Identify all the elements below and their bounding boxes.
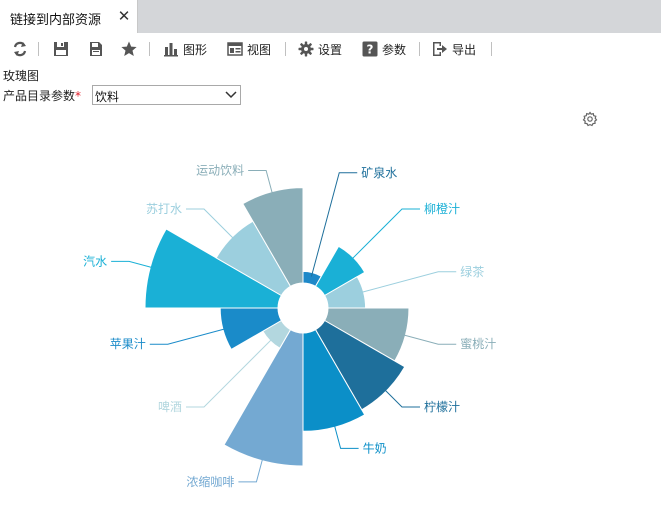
- svg-text:?: ?: [367, 43, 374, 57]
- chart-name: 玫瑰图: [3, 69, 40, 83]
- toolbar: 图形 视图 设置 ? 参数 导出: [0, 33, 661, 65]
- category-label: 柳橙汁: [424, 201, 460, 216]
- param-label-text: 产品目录参数: [3, 89, 76, 103]
- rose-chart: 矿泉水柳橙汁绿茶蜜桃汁柠檬汁牛奶浓缩咖啡 啤酒 苹果汁 汽水 苏打水 运动饮料: [83, 163, 496, 489]
- category-label: 苹果汁: [110, 337, 146, 351]
- tab-link-internal-resource[interactable]: 链接到内部资源 ✕: [0, 0, 138, 33]
- save-icon: [54, 42, 68, 56]
- refresh-icon: [13, 41, 27, 57]
- product-category-value: 饮料: [95, 90, 120, 104]
- category-label: 啤酒: [158, 399, 182, 414]
- export-button-label: 导出: [452, 42, 477, 57]
- category-label: 蜜桃汁: [460, 336, 496, 351]
- export-icon: [433, 42, 447, 56]
- label-leader-line: [149, 327, 227, 345]
- rose-center-hole: [278, 283, 328, 333]
- category-label: 运动饮料: [196, 163, 244, 177]
- category-label: 绿茶: [460, 264, 484, 279]
- settings-button-label: 设置: [318, 42, 343, 57]
- toolbar-separator: [38, 42, 39, 56]
- label-leader-line: [111, 260, 155, 269]
- gear-icon: [298, 41, 314, 57]
- export-button[interactable]: 导出: [432, 40, 476, 58]
- tab-bar: 链接到内部资源 ✕: [0, 0, 661, 33]
- tab-title: 链接到内部资源: [10, 13, 102, 28]
- param-label: 产品目录参数*: [3, 87, 81, 104]
- favorite-button[interactable]: [121, 40, 137, 58]
- save-button[interactable]: [53, 40, 69, 58]
- view-button-label: 视图: [247, 42, 272, 57]
- rose-slices: [144, 187, 410, 467]
- toolbar-separator: [149, 42, 150, 56]
- category-label: 牛奶: [363, 440, 387, 455]
- star-icon: [121, 41, 137, 56]
- label-leader-line: [238, 456, 264, 483]
- category-label: 浓缩咖啡: [186, 474, 234, 489]
- save-as-icon: [90, 42, 102, 56]
- label-leader-line: [350, 208, 420, 261]
- label-leader-line: [359, 271, 457, 294]
- rose-slice[interactable]: [223, 328, 304, 467]
- view-button[interactable]: 视图: [227, 40, 271, 58]
- required-marker: *: [75, 89, 82, 103]
- label-leader-line: [382, 387, 420, 408]
- product-category-select[interactable]: 饮料: [92, 85, 241, 105]
- toolbar-separator: [491, 42, 492, 56]
- params-button-label: 参数: [382, 42, 407, 57]
- chart-button-label: 图形: [183, 42, 208, 57]
- help-icon: ?: [362, 41, 378, 57]
- close-icon[interactable]: ✕: [116, 6, 132, 26]
- toolbar-separator: [419, 42, 420, 56]
- params-button[interactable]: ? 参数: [362, 40, 406, 58]
- label-leader-line: [248, 169, 274, 196]
- category-label: 汽水: [83, 253, 107, 268]
- bar-chart-icon: [164, 43, 178, 57]
- category-label: 矿泉水: [361, 166, 397, 180]
- chart-button[interactable]: 图形: [163, 40, 207, 58]
- label-leader-line: [401, 333, 457, 345]
- settings-button[interactable]: 设置: [298, 40, 342, 58]
- view-icon: [227, 42, 243, 56]
- label-leader-line: [186, 208, 236, 241]
- refresh-button[interactable]: [12, 40, 28, 58]
- toolbar-separator: [285, 42, 286, 56]
- chevron-down-icon: [225, 91, 237, 99]
- label-leader-line: [333, 423, 359, 449]
- save-as-button[interactable]: [88, 40, 104, 58]
- category-label: 苏打水: [146, 202, 182, 216]
- category-label: 柠檬汁: [424, 399, 460, 414]
